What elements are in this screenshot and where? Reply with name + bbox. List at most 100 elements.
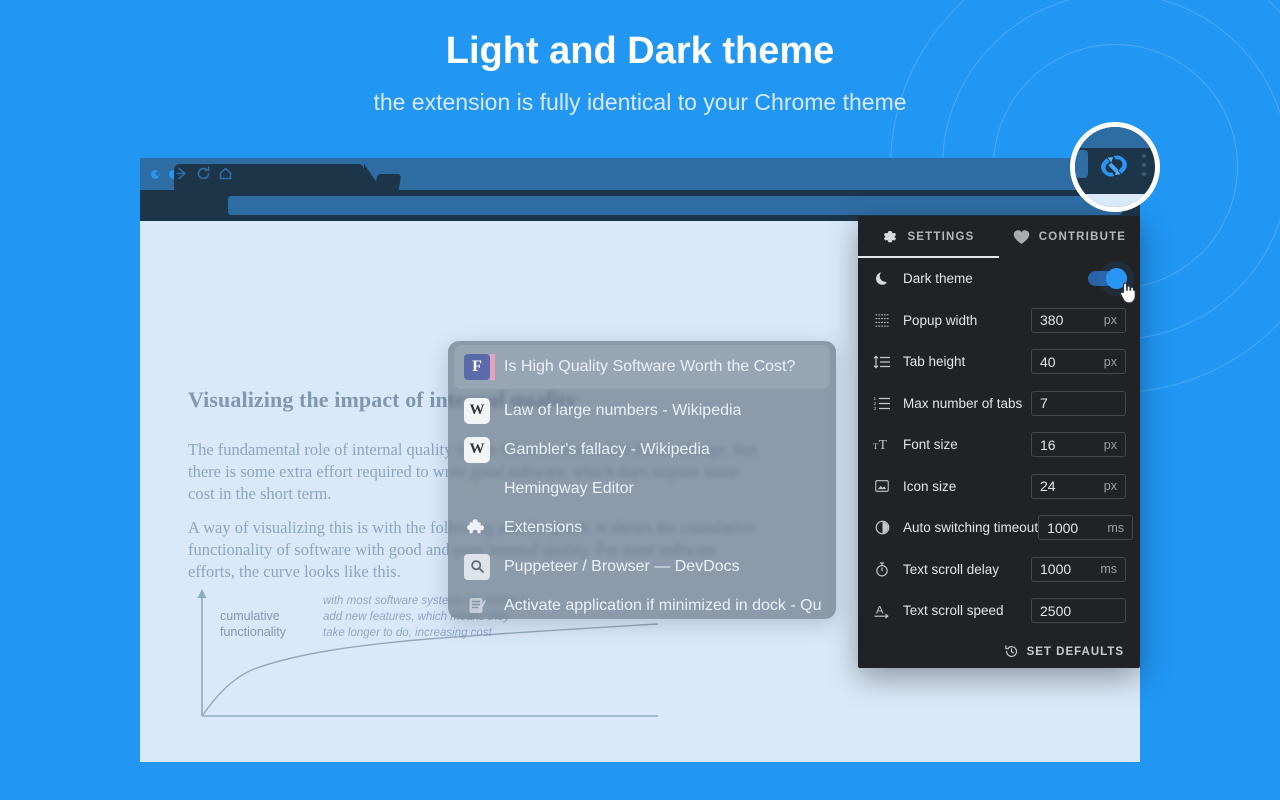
setting-label: Max number of tabs <box>903 395 1023 411</box>
forward-arrow-icon[interactable] <box>173 165 190 182</box>
menu-dot <box>1142 163 1146 167</box>
favicon-wikipedia-w-icon: W <box>464 397 490 424</box>
tab-switcher-item[interactable]: H Hemingway Editor <box>448 469 836 508</box>
menu-dot <box>1142 154 1146 158</box>
setting-row-text-scroll-speed: A Text scroll speed 2500 <box>872 590 1126 632</box>
setting-label: Font size <box>903 437 958 453</box>
setting-label: Tab height <box>903 354 966 370</box>
stopwatch-icon <box>872 559 892 579</box>
letter-a-arrow-icon: A <box>872 601 892 621</box>
max-tabs-input[interactable]: 7 <box>1031 390 1126 416</box>
input-value: 1000 <box>1047 519 1079 536</box>
home-icon[interactable] <box>217 165 234 182</box>
text-scroll-speed-input[interactable]: 2500 <box>1031 598 1126 624</box>
extension-tab-bar: SETTINGS CONTRIBUTE <box>858 216 1140 258</box>
image-icon <box>872 476 892 496</box>
magnified-omnibox <box>1075 150 1088 178</box>
setting-label: Popup width <box>903 312 978 328</box>
back-arrow-icon[interactable] <box>151 165 168 182</box>
setting-row-max-tabs: 1 2 3 Max number of tabs 7 <box>872 383 1126 425</box>
font-size-input[interactable]: 16 px <box>1031 432 1126 458</box>
list-item-label: Hemingway Editor <box>504 479 634 497</box>
favicon-puzzle-piece-icon <box>464 515 490 541</box>
setting-label: Auto switching timeout <box>903 520 1039 536</box>
setting-label: Dark theme <box>903 271 973 287</box>
tab-settings[interactable]: SETTINGS <box>858 216 999 258</box>
pointing-hand-cursor-icon <box>1117 281 1137 305</box>
list-item-label: Extensions <box>504 518 583 536</box>
input-value: 40 <box>1040 353 1056 370</box>
menu-dot <box>1142 172 1146 176</box>
svg-text:3: 3 <box>874 406 877 411</box>
setting-label: Icon size <box>903 478 957 494</box>
address-bar[interactable] <box>228 196 1122 215</box>
extension-settings-panel: SETTINGS CONTRIBUTE Dark theme Popup wid… <box>858 216 1140 668</box>
tab-switcher-item[interactable]: Extensions <box>448 508 836 547</box>
gear-icon <box>882 229 898 245</box>
icon-size-input[interactable]: 24 px <box>1031 473 1126 499</box>
input-value: 1000 <box>1040 561 1072 578</box>
extension-settings-list: Dark theme Popup width 380 px Tab height… <box>858 258 1140 668</box>
input-value: 380 <box>1040 312 1064 329</box>
setting-row-font-size: T T Font size 16 px <box>872 424 1126 466</box>
popup-width-input[interactable]: 380 px <box>1031 307 1126 333</box>
list-item-label: Is High Quality Software Worth the Cost? <box>504 358 796 375</box>
heart-icon <box>1013 229 1030 245</box>
half-circle-icon <box>872 518 892 538</box>
list-item-label: Law of large numbers - Wikipedia <box>504 401 742 419</box>
input-unit: ms <box>1100 562 1117 577</box>
input-unit: ms <box>1107 520 1125 535</box>
history-restore-icon <box>1004 644 1019 659</box>
magnifier-circle <box>1070 122 1160 212</box>
width-dots-icon <box>872 310 892 330</box>
setting-row-text-scroll-delay: Text scroll delay 1000 ms <box>872 549 1126 591</box>
input-unit: px <box>1103 354 1117 369</box>
input-unit: px <box>1103 437 1117 452</box>
height-list-icon <box>872 352 892 372</box>
list-item-label: Gambler's fallacy - Wikipedia <box>504 440 710 458</box>
tab-switcher-item-selected[interactable]: F Is High Quality Software Worth the Cos… <box>454 345 830 389</box>
setting-row-auto-switching-timeout: Auto switching timeout 1000 ms <box>872 507 1134 549</box>
favicon-martinfowler-f-icon: F <box>464 354 495 380</box>
tab-switcher-item[interactable]: W Law of large numbers - Wikipedia <box>448 391 836 430</box>
favicon-wikipedia-w-icon: W <box>464 436 490 463</box>
new-tab-button[interactable] <box>374 174 402 190</box>
browser-tabstrip <box>140 158 1140 190</box>
list-item-label: Activate application if minimized in doc… <box>504 596 822 614</box>
ordered-list-icon: 1 2 3 <box>872 393 892 413</box>
tab-height-input[interactable]: 40 px <box>1031 349 1126 375</box>
favicon-hemingway-h-icon: H <box>464 476 490 502</box>
svg-text:T: T <box>878 437 886 452</box>
setting-row-icon-size: Icon size 24 px <box>872 466 1126 508</box>
tab-switcher-item[interactable]: W Gambler's fallacy - Wikipedia <box>448 430 836 469</box>
tab-contribute-label: CONTRIBUTE <box>1038 231 1127 243</box>
tab-switcher-s-logo-icon[interactable] <box>1094 146 1134 186</box>
tab-settings-label: SETTINGS <box>907 231 975 243</box>
tab-switcher-item[interactable]: Puppeteer / Browser — DevDocs <box>448 547 836 586</box>
setting-label: Text scroll delay <box>903 561 1000 577</box>
list-item-label: Puppeteer / Browser — DevDocs <box>504 557 740 575</box>
input-value: 16 <box>1040 436 1056 453</box>
promo-stage: Light and Dark theme the extension is fu… <box>0 0 1280 800</box>
tab-switcher-item[interactable]: Activate application if minimized in doc… <box>448 586 836 619</box>
input-value: 2500 <box>1040 602 1072 619</box>
moon-icon <box>872 269 892 289</box>
figure-y-axis-label: cumulative functionality <box>220 609 287 639</box>
set-defaults-button[interactable]: SET DEFAULTS <box>872 632 1126 669</box>
text-scroll-delay-input[interactable]: 1000 ms <box>1031 556 1126 582</box>
setting-label: Text scroll speed <box>903 603 1004 619</box>
set-defaults-label: SET DEFAULTS <box>1026 645 1124 658</box>
auto-switching-timeout-input[interactable]: 1000 ms <box>1038 515 1134 541</box>
magnifier-content <box>1075 127 1155 207</box>
input-value: 7 <box>1040 395 1048 412</box>
input-unit: px <box>1103 313 1117 328</box>
three-dot-menu-icon[interactable] <box>1142 154 1146 176</box>
tab-switcher-popup[interactable]: F Is High Quality Software Worth the Cos… <box>448 341 836 619</box>
tab-contribute[interactable]: CONTRIBUTE <box>999 216 1140 258</box>
reload-icon[interactable] <box>195 165 212 182</box>
input-value: 24 <box>1040 478 1056 495</box>
font-size-icon: T T <box>872 435 892 455</box>
setting-row-dark-theme: Dark theme <box>872 258 1127 300</box>
favicon-devdocs-search-icon <box>464 553 490 580</box>
input-unit: px <box>1103 479 1117 494</box>
